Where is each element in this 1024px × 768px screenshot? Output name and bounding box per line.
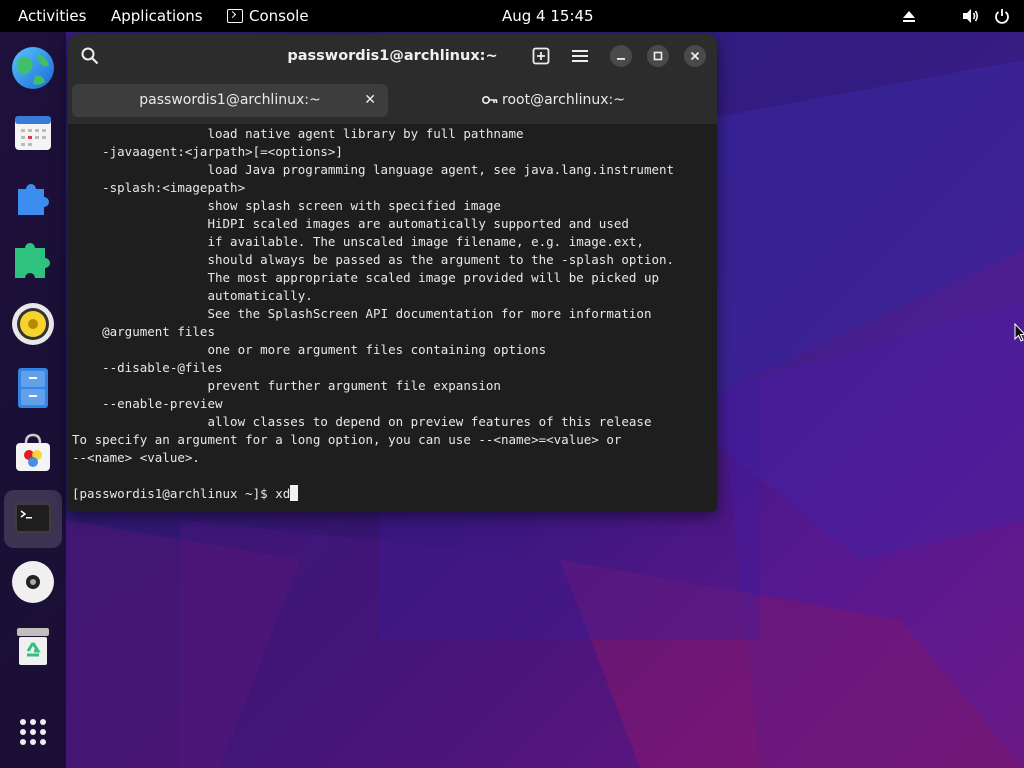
terminal-window[interactable]: passwordis1@archlinux:~ passwordis1@arch… xyxy=(68,34,717,512)
close-icon xyxy=(690,51,700,61)
activities-button[interactable]: Activities xyxy=(18,0,86,32)
terminal-line: --enable-preview xyxy=(72,396,223,411)
speaker-icon xyxy=(12,303,54,345)
calendar-icon xyxy=(15,116,51,150)
clock[interactable]: Aug 4 15:45 xyxy=(502,0,594,32)
file-cabinet-launcher[interactable] xyxy=(9,364,57,412)
terminal-line: To specify an argument for a long option… xyxy=(72,432,622,447)
new-tab-icon xyxy=(532,47,550,65)
trash-icon xyxy=(17,628,49,665)
terminal-line: show splash screen with specified image xyxy=(72,198,501,213)
new-tab-button[interactable] xyxy=(527,42,555,70)
speaker-launcher[interactable] xyxy=(9,300,57,348)
console-launcher[interactable] xyxy=(4,490,62,548)
maximize-button[interactable] xyxy=(647,45,669,67)
system-tray[interactable] xyxy=(902,0,1010,32)
terminal-line: -splash:<imagepath> xyxy=(72,180,246,195)
terminal-line: See the SplashScreen API documentation f… xyxy=(72,306,652,321)
eject-icon[interactable] xyxy=(902,9,916,23)
app-grid-icon xyxy=(20,719,46,745)
active-app-console[interactable]: Console xyxy=(227,0,309,32)
extensions-icon xyxy=(18,184,49,215)
terminal-line: --<name> <value>. xyxy=(72,450,200,465)
active-app-label: Console xyxy=(249,7,309,25)
tab-close-icon[interactable]: ✕ xyxy=(364,84,376,117)
power-icon[interactable] xyxy=(994,8,1010,24)
software-store-launcher[interactable] xyxy=(9,428,57,476)
maximize-icon xyxy=(653,51,663,61)
minimize-icon xyxy=(617,58,625,60)
command-input[interactable]: xd xyxy=(275,486,290,501)
terminal-line: The most appropriate scaled image provid… xyxy=(72,270,659,285)
tab-bar: passwordis1@archlinux:~ ✕ root@archlinux… xyxy=(68,78,717,124)
terminal-prompt-line[interactable]: [passwordis1@archlinux ~]$ xd xyxy=(72,485,299,503)
tab-passwordis1[interactable]: passwordis1@archlinux:~ ✕ xyxy=(72,84,388,117)
volume-icon[interactable] xyxy=(962,8,980,24)
dock xyxy=(0,32,66,768)
shell-prompt: [passwordis1@archlinux ~]$ xyxy=(72,486,276,501)
terminal-line: automatically. xyxy=(72,288,313,303)
terminal-line: @argument files xyxy=(72,324,215,339)
terminal-line: HiDPI scaled images are automatically su… xyxy=(72,216,629,231)
hamburger-menu-icon xyxy=(572,50,588,62)
software-store-icon xyxy=(16,433,50,471)
terminal-line: -javaagent:<jarpath>[=<options>] xyxy=(72,144,343,159)
terminal-line: prevent further argument file expansion xyxy=(72,378,501,393)
terminal-output[interactable]: load native agent library by full pathna… xyxy=(68,124,717,512)
web-browser-launcher[interactable] xyxy=(9,44,57,92)
terminal-line: load native agent library by full pathna… xyxy=(72,126,524,141)
terminal-line: should always be passed as the argument … xyxy=(72,252,675,267)
terminal-headerbar[interactable]: passwordis1@archlinux:~ xyxy=(68,34,717,78)
extension-manager-launcher[interactable] xyxy=(9,236,57,284)
terminal-line: if available. The unscaled image filenam… xyxy=(72,234,644,249)
mouse-pointer-icon xyxy=(1014,323,1024,342)
trash-launcher[interactable] xyxy=(9,622,57,670)
extensions-launcher[interactable] xyxy=(9,172,57,220)
close-button[interactable] xyxy=(684,45,706,67)
tab-label: root@archlinux:~ xyxy=(502,92,625,108)
terminal-line: one or more argument files containing op… xyxy=(72,342,547,357)
top-bar: Activities Applications Console Aug 4 15… xyxy=(0,0,1024,32)
applications-menu[interactable]: Applications xyxy=(111,0,203,32)
console-icon xyxy=(15,503,51,533)
terminal-line: load Java programming language agent, se… xyxy=(72,162,675,177)
tab-label: passwordis1@archlinux:~ xyxy=(139,92,321,108)
minimize-button[interactable] xyxy=(610,45,632,67)
extension-manager-icon xyxy=(15,243,50,278)
file-cabinet-icon xyxy=(18,368,48,408)
web-browser-icon xyxy=(12,47,54,89)
key-icon xyxy=(482,95,498,105)
terminal-line: --disable-@files xyxy=(72,360,223,375)
menu-button[interactable] xyxy=(566,42,594,70)
text-cursor xyxy=(290,485,299,501)
calendar-launcher[interactable] xyxy=(9,108,57,156)
console-icon xyxy=(227,9,243,23)
disc-launcher[interactable] xyxy=(9,558,57,606)
disc-icon xyxy=(12,561,54,603)
app-grid-button[interactable] xyxy=(9,708,57,756)
tab-root[interactable]: root@archlinux:~ xyxy=(394,84,713,117)
terminal-line: allow classes to depend on preview featu… xyxy=(72,414,652,429)
